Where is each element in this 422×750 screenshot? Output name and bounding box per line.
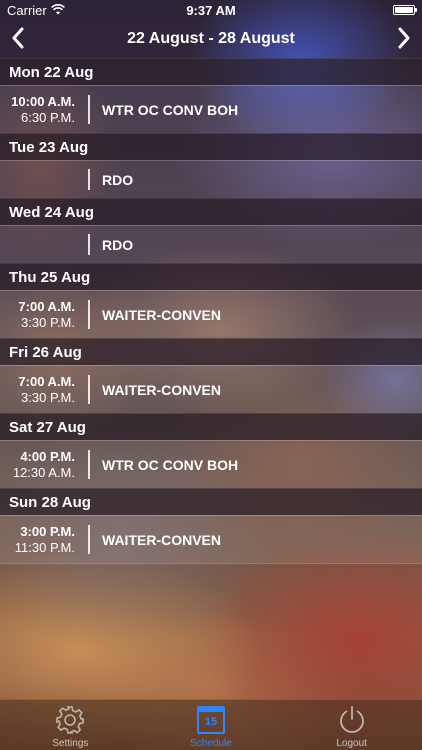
tab-bar: Settings 15 Schedule Logout bbox=[0, 699, 422, 750]
status-bar: Carrier 9:37 AM bbox=[0, 0, 422, 22]
shift-name: WAITER-CONVEN bbox=[102, 381, 221, 398]
schedule-list: Mon 22 Aug 10:00 A.M. 6:30 P.M. WTR OC C… bbox=[0, 58, 422, 564]
shift-divider bbox=[88, 525, 90, 554]
shift-end-time: 6:30 P.M. bbox=[21, 110, 75, 125]
shift-times: 10:00 A.M. 6:30 P.M. bbox=[0, 94, 75, 126]
shift-name: WTR OC CONV BOH bbox=[102, 456, 239, 473]
day-header: Sun 28 Aug bbox=[0, 488, 422, 515]
gear-icon bbox=[54, 704, 86, 736]
shift-end-time: 3:30 P.M. bbox=[21, 390, 75, 405]
tab-logout[interactable]: Logout bbox=[281, 700, 422, 750]
day-header: Mon 22 Aug bbox=[0, 58, 422, 85]
shift-row[interactable]: 3:00 P.M. 11:30 P.M. WAITER-CONVEN bbox=[0, 515, 422, 563]
tab-label: Logout bbox=[336, 738, 367, 749]
shift-name: WAITER-CONVEN bbox=[102, 306, 221, 323]
day-header: Sat 27 Aug bbox=[0, 413, 422, 440]
shift-start-time: 10:00 A.M. bbox=[11, 94, 75, 109]
chevron-left-icon bbox=[11, 27, 25, 54]
shift-end-time: 11:30 P.M. bbox=[14, 540, 75, 555]
chevron-right-icon bbox=[397, 27, 411, 54]
status-time: 9:37 AM bbox=[186, 3, 236, 18]
shift-row[interactable]: 10:00 A.M. 6:30 P.M. WTR OC CONV BOH bbox=[0, 85, 422, 133]
shift-row[interactable]: 7:00 A.M. 3:30 P.M. WAITER-CONVEN bbox=[0, 365, 422, 413]
shift-times: 4:00 P.M. 12:30 A.M. bbox=[0, 449, 75, 481]
tab-label: Schedule bbox=[190, 738, 232, 749]
shift-name: RDO bbox=[102, 236, 134, 253]
shift-start-time: 3:00 P.M. bbox=[20, 524, 75, 539]
previous-week-button[interactable] bbox=[4, 26, 32, 54]
next-week-button[interactable] bbox=[390, 26, 418, 54]
shift-divider bbox=[88, 95, 90, 124]
battery-icon bbox=[393, 5, 417, 15]
tab-settings[interactable]: Settings bbox=[0, 700, 141, 750]
power-icon bbox=[336, 704, 368, 736]
tab-schedule[interactable]: 15 Schedule bbox=[141, 700, 282, 750]
calendar-day-number: 15 bbox=[197, 706, 225, 734]
shift-row[interactable]: RDO bbox=[0, 160, 422, 198]
week-header: 22 August - 28 August bbox=[0, 22, 422, 58]
shift-row[interactable]: 7:00 A.M. 3:30 P.M. WAITER-CONVEN bbox=[0, 290, 422, 338]
tab-label: Settings bbox=[52, 738, 89, 749]
calendar-icon: 15 bbox=[197, 704, 225, 736]
shift-divider bbox=[88, 450, 90, 479]
shift-row[interactable]: RDO bbox=[0, 225, 422, 263]
shift-end-time: 12:30 A.M. bbox=[12, 465, 75, 480]
shift-divider bbox=[88, 375, 90, 404]
shift-start-time: 7:00 A.M. bbox=[18, 299, 75, 314]
shift-divider bbox=[88, 169, 90, 190]
shift-divider bbox=[88, 234, 90, 255]
shift-start-time: 7:00 A.M. bbox=[18, 374, 75, 389]
shift-times: 3:00 P.M. 11:30 P.M. bbox=[0, 524, 75, 556]
shift-end-time: 3:30 P.M. bbox=[21, 315, 75, 330]
list-separator bbox=[0, 563, 422, 564]
day-header: Thu 25 Aug bbox=[0, 263, 422, 290]
shift-name: WAITER-CONVEN bbox=[102, 531, 221, 548]
shift-times: 7:00 A.M. 3:30 P.M. bbox=[0, 299, 75, 331]
shift-row[interactable]: 4:00 P.M. 12:30 A.M. WTR OC CONV BOH bbox=[0, 440, 422, 488]
shift-start-time: 4:00 P.M. bbox=[20, 449, 75, 464]
week-range-title: 22 August - 28 August bbox=[127, 30, 295, 47]
shift-name: WTR OC CONV BOH bbox=[102, 101, 239, 118]
day-header: Wed 24 Aug bbox=[0, 198, 422, 225]
day-header: Fri 26 Aug bbox=[0, 338, 422, 365]
shift-times: 7:00 A.M. 3:30 P.M. bbox=[0, 374, 75, 406]
shift-divider bbox=[88, 300, 90, 329]
day-header: Tue 23 Aug bbox=[0, 133, 422, 160]
shift-name: RDO bbox=[102, 171, 134, 188]
